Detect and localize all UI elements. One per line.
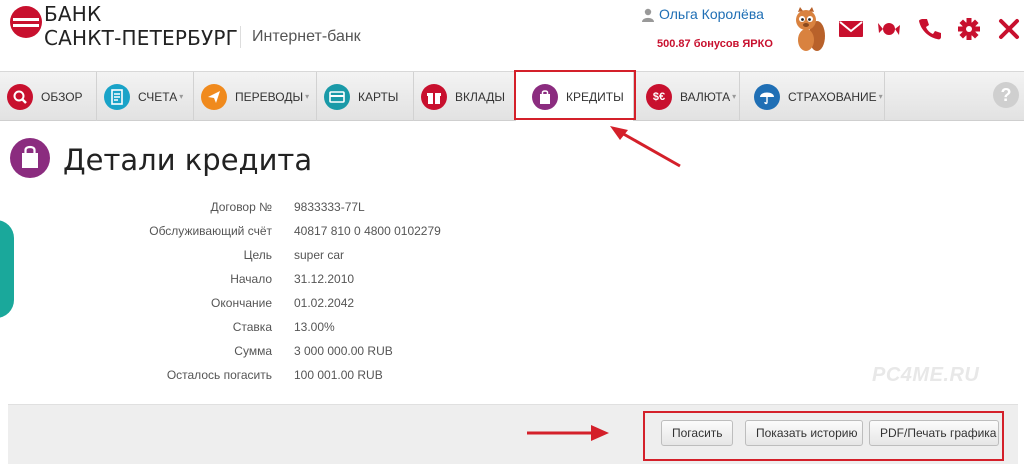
detail-value: 13.00% bbox=[294, 320, 335, 334]
card-icon bbox=[324, 83, 350, 110]
detail-row: Договор № 9833333-77L bbox=[0, 196, 600, 220]
highlight-action-buttons bbox=[643, 411, 1004, 461]
highlight-credits-tab bbox=[514, 70, 636, 120]
detail-value: 9833333-77L bbox=[294, 200, 365, 214]
detail-label: Цель bbox=[243, 248, 272, 262]
detail-label: Обслуживающий счёт bbox=[149, 224, 272, 238]
nav-item-currency[interactable]: $€ ВАЛЮТА ▾ bbox=[639, 72, 740, 121]
detail-label: Осталось погасить bbox=[166, 368, 272, 382]
credit-details: Договор № 9833333-77L Обслуживающий счёт… bbox=[0, 196, 600, 388]
detail-value: 31.12.2010 bbox=[294, 272, 355, 286]
detail-label: Начало bbox=[230, 272, 272, 286]
bank-name-line1: БАНК bbox=[44, 2, 102, 26]
page-root: БАНК САНКТ-ПЕТЕРБУРГ Интернет-банк Ольга… bbox=[0, 0, 1024, 470]
bank-name[interactable]: БАНК САНКТ-ПЕТЕРБУРГ bbox=[44, 2, 238, 50]
candy-icon[interactable] bbox=[876, 17, 902, 41]
detail-label: Окончание bbox=[211, 296, 272, 310]
dropdown-caret-icon: ▾ bbox=[305, 92, 310, 101]
nav-item-deposits[interactable]: ВКЛАДЫ bbox=[414, 72, 516, 121]
detail-row: Начало 31.12.2010 bbox=[0, 268, 600, 292]
annotation-arrow-icon bbox=[610, 126, 681, 168]
page-title: Детали кредита bbox=[63, 143, 313, 177]
nav-label: ВКЛАДЫ bbox=[455, 89, 506, 104]
bank-name-line2: САНКТ-ПЕТЕРБУРГ bbox=[44, 26, 239, 50]
nav-label: ОБЗОР bbox=[41, 89, 83, 104]
nav-label: КАРТЫ bbox=[358, 89, 399, 104]
nav-item-cards[interactable]: КАРТЫ bbox=[317, 72, 414, 121]
nav-label: СЧЕТА bbox=[138, 89, 178, 104]
nav-item-accounts[interactable]: СЧЕТА ▾ bbox=[97, 72, 194, 121]
user-icon bbox=[642, 8, 654, 22]
detail-value: 3 000 000.00 RUB bbox=[294, 344, 393, 358]
detail-row: Осталось погасить 100 001.00 RUB bbox=[0, 364, 600, 388]
user-name-link[interactable]: Ольга Королёва bbox=[659, 6, 764, 22]
detail-label: Ставка bbox=[232, 320, 272, 334]
close-icon[interactable] bbox=[996, 17, 1022, 41]
nav-label: ВАЛЮТА bbox=[680, 89, 731, 104]
detail-value: super car bbox=[294, 248, 345, 262]
nav-label: СТРАХОВАНИЕ bbox=[788, 89, 877, 104]
dropdown-caret-icon: ▾ bbox=[878, 92, 883, 101]
document-icon bbox=[104, 83, 130, 110]
gear-icon[interactable] bbox=[956, 17, 982, 41]
annotation-arrow-icon bbox=[527, 425, 609, 441]
umbrella-icon bbox=[754, 83, 780, 110]
search-icon bbox=[7, 83, 33, 110]
bonus-balance[interactable]: 500.87 бонусов ЯРКО bbox=[657, 38, 773, 50]
mail-icon[interactable] bbox=[838, 17, 864, 41]
detail-row: Окончание 01.02.2042 bbox=[0, 292, 600, 316]
help-button[interactable]: ? bbox=[993, 82, 1019, 108]
internet-bank-label: Интернет-банк bbox=[252, 28, 361, 45]
gift-icon bbox=[421, 83, 447, 110]
currency-icon: $€ bbox=[646, 83, 672, 110]
dropdown-caret-icon: ▾ bbox=[732, 92, 737, 101]
bank-logo-icon[interactable] bbox=[8, 4, 44, 40]
detail-label: Сумма bbox=[234, 344, 272, 358]
detail-value: 100 001.00 RUB bbox=[294, 368, 383, 382]
header-divider bbox=[240, 26, 241, 48]
main-nav: ОБЗОР СЧЕТА ▾ ПЕРЕВОДЫ ▾ КАРТЫ ВКЛАДЫ КР… bbox=[0, 71, 1024, 121]
nav-item-insurance[interactable]: СТРАХОВАНИЕ ▾ bbox=[740, 72, 885, 121]
detail-value: 01.02.2042 bbox=[294, 296, 355, 310]
detail-row: Цель super car bbox=[0, 244, 600, 268]
dropdown-caret-icon: ▾ bbox=[179, 92, 184, 101]
credit-bag-icon bbox=[10, 138, 50, 178]
nav-label: ПЕРЕВОДЫ bbox=[235, 89, 304, 104]
watermark: PC4ME.RU bbox=[872, 364, 980, 386]
detail-row: Обслуживающий счёт 40817 810 0 4800 0102… bbox=[0, 220, 600, 244]
nav-item-transfers[interactable]: ПЕРЕВОДЫ ▾ bbox=[194, 72, 317, 121]
nav-item-overview[interactable]: ОБЗОР bbox=[0, 72, 97, 121]
detail-row: Сумма 3 000 000.00 RUB bbox=[0, 340, 600, 364]
detail-value: 40817 810 0 4800 0102279 bbox=[294, 224, 441, 238]
detail-row: Ставка 13.00% bbox=[0, 316, 600, 340]
send-icon bbox=[201, 83, 227, 110]
detail-label: Договор № bbox=[210, 200, 272, 214]
phone-icon[interactable] bbox=[917, 17, 943, 41]
mascot-squirrel-icon[interactable] bbox=[790, 6, 826, 54]
